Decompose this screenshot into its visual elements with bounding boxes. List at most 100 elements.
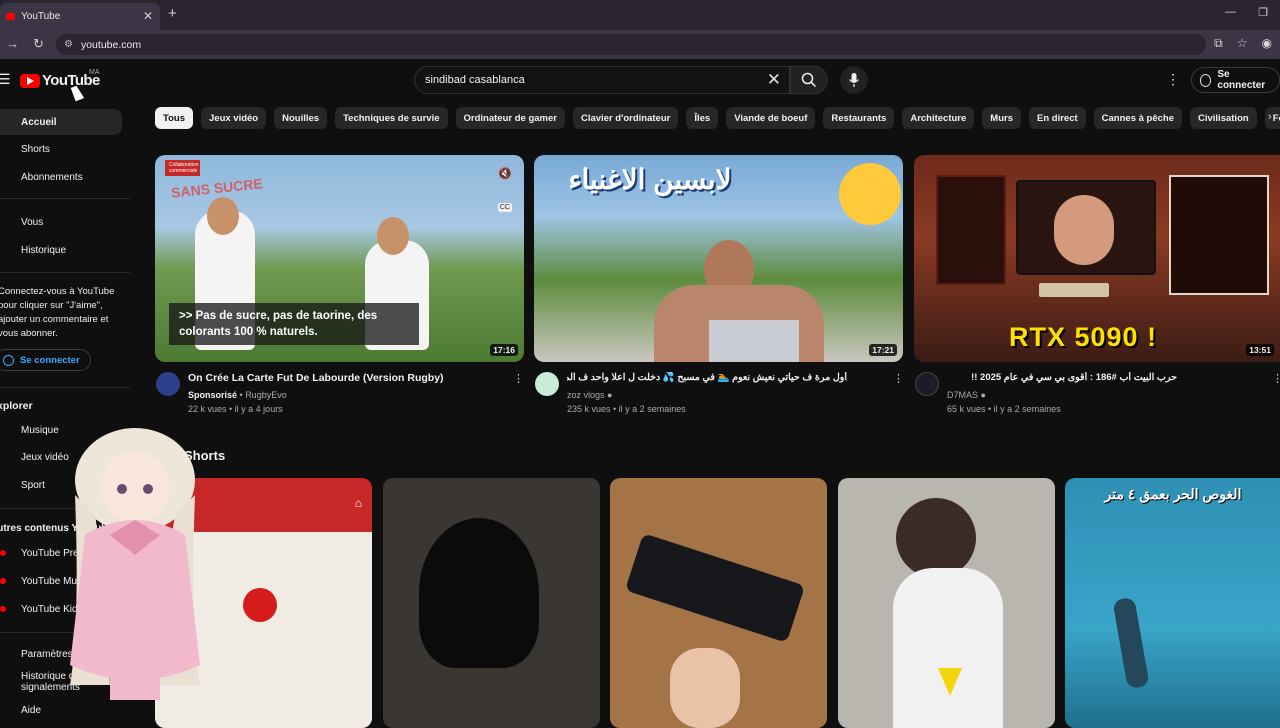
thumbnail-headline: RTX 5090 !	[1009, 322, 1158, 352]
clear-icon[interactable]: ✕	[767, 70, 781, 90]
bookmark-star-icon[interactable]: ☆	[1237, 36, 1248, 51]
new-tab-button[interactable]: +	[168, 5, 177, 22]
search-button[interactable]	[790, 66, 828, 94]
mute-icon[interactable]: 🔇	[498, 167, 512, 180]
search-input[interactable]: sindibad casablanca ✕	[414, 66, 790, 94]
video-thumbnail[interactable]: RTX 5090 ! 13:51	[914, 155, 1280, 362]
more-vert-icon[interactable]: ⋮	[1166, 71, 1180, 88]
signin-label: Se connecter	[1217, 69, 1266, 91]
video-thumbnail[interactable]: لابسين الاغنياء 17:21	[534, 155, 903, 362]
short-thumbnail[interactable]	[838, 478, 1055, 728]
filter-chip[interactable]: Nouilles	[274, 107, 328, 129]
sidebar-item-you[interactable]: Vous	[0, 209, 122, 235]
sidebar-item-history[interactable]: Historique	[0, 237, 122, 263]
channel-avatar[interactable]	[156, 372, 180, 396]
browser-tab[interactable]: YouTube ✕	[0, 3, 160, 30]
filter-chip[interactable]: Fo	[1264, 107, 1280, 129]
menu-icon[interactable]: ☰	[0, 71, 11, 88]
thumbnail-headline: SANS SUCRE	[170, 175, 264, 201]
forward-icon[interactable]: →	[6, 36, 19, 52]
restore-icon[interactable]: ❐	[1258, 6, 1268, 19]
more-vert-icon[interactable]: ⋮	[893, 372, 904, 385]
filter-chip[interactable]: Architecture	[902, 107, 975, 129]
install-app-icon[interactable]: ⧉	[1214, 36, 1223, 51]
filter-chip[interactable]: Jeux vidéo	[201, 107, 267, 129]
short-thumbnail[interactable]: الغوص الحر بعمق ٤ متر	[1065, 478, 1280, 728]
minimize-icon[interactable]: —	[1225, 6, 1236, 19]
video-meta: 235 k vues • il y a 2 semaines	[567, 404, 686, 414]
thumbnail-headline: لابسين الاغنياء	[568, 164, 732, 195]
video-duration: 13:51	[1246, 344, 1274, 356]
sidebar-item-home[interactable]: Accueil	[0, 109, 122, 135]
vtuber-avatar-overlay	[70, 428, 200, 700]
filter-chip[interactable]: Îles	[686, 107, 719, 129]
verified-icon: ●	[980, 390, 986, 400]
video-title[interactable]: حرب البيت أب #186 : أقوى بي سي في عام 20…	[947, 372, 1177, 383]
sidebar-item-label: Abonnements	[21, 171, 83, 183]
diver-figure	[1112, 596, 1150, 690]
channel-name[interactable]: RugbyEvo	[245, 390, 287, 400]
address-bar: → ↻ ⚙ youtube.com ⧉ ☆ ◉	[0, 30, 1280, 59]
verified-icon: ●	[607, 390, 613, 400]
video-thumbnail[interactable]: Collaboration commerciale SANS SUCRE 🔇 C…	[155, 155, 524, 362]
sidebar-divider	[0, 272, 130, 273]
sponsored-label: Sponsorisé	[188, 390, 238, 400]
channel-avatar[interactable]	[535, 372, 559, 396]
video-meta: 65 k vues • il y a 2 semaines	[947, 404, 1061, 414]
more-vert-icon[interactable]: ⋮	[1272, 372, 1280, 385]
channel-name[interactable]: D7MAS	[947, 390, 978, 400]
explore-heading: Explorer	[0, 400, 33, 412]
short-thumbnail[interactable]	[383, 478, 600, 728]
hand	[670, 648, 740, 728]
person-head	[207, 197, 239, 235]
youtube-play-icon	[20, 73, 40, 88]
sidebar-signin-button[interactable]: Se connecter	[0, 349, 91, 371]
thumbnail-caption: >> Pas de sucre, pas de taorine, des col…	[169, 303, 419, 345]
channel-name[interactable]: zoz vlogs	[567, 390, 605, 400]
video-title[interactable]: أول مرة ف حياتي نعيش نعوم 🏊 في مسبح 💦 دخ…	[567, 372, 847, 383]
filter-chip[interactable]: Techniques de survie	[335, 107, 448, 129]
filter-chip[interactable]: Tous	[155, 107, 193, 129]
short-thumbnail[interactable]	[610, 478, 827, 728]
video-duration: 17:21	[869, 344, 897, 356]
channel-avatar[interactable]	[915, 372, 939, 396]
filter-chip[interactable]: Ordinateur de gamer	[455, 107, 565, 129]
filter-chip[interactable]: Clavier d'ordinateur	[572, 107, 679, 129]
filter-chip[interactable]: Murs	[982, 107, 1021, 129]
filter-chips: Tous Jeux vidéo Nouilles Techniques de surv…	[155, 107, 1280, 129]
youtube-favicon-icon	[6, 13, 15, 20]
chevron-right-icon[interactable]: ›	[1268, 111, 1272, 123]
youtube-logo[interactable]: YouTube MA	[20, 69, 100, 89]
person-head	[896, 498, 976, 578]
filter-chip[interactable]: Cannes à pêche	[1093, 107, 1182, 129]
video-channel-line: zoz vlogs ●	[567, 390, 612, 400]
home-icon: ⌂	[354, 496, 362, 510]
shorts-clothing	[709, 320, 799, 362]
pc-case-glass	[1169, 175, 1269, 295]
window-controls: — ❐	[1225, 6, 1268, 19]
url-text: youtube.com	[80, 38, 142, 51]
filter-chip[interactable]: Civilisation	[1190, 107, 1257, 129]
sidebar-item-shorts[interactable]: Shorts	[0, 136, 122, 162]
signin-button[interactable]: Se connecter	[1191, 67, 1280, 93]
sidebar-divider	[0, 198, 130, 199]
close-tab-icon[interactable]: ✕	[143, 9, 153, 23]
black-animal	[419, 518, 539, 668]
voice-search-button[interactable]	[840, 66, 868, 94]
site-info-icon[interactable]: ⚙	[64, 39, 73, 50]
video-channel-line: Sponsorisé • RugbyEvo	[188, 390, 287, 400]
video-channel-line: D7MAS ●	[947, 390, 986, 400]
sidebar-item-subscriptions[interactable]: Abonnements	[0, 164, 122, 190]
filter-chip[interactable]: Restaurants	[823, 107, 895, 129]
more-vert-icon[interactable]: ⋮	[513, 372, 524, 385]
profile-icon[interactable]: ◉	[1262, 36, 1272, 51]
filter-chip[interactable]: Viande de boeuf	[726, 107, 816, 129]
user-circle-icon	[1200, 73, 1212, 87]
url-field[interactable]: ⚙ youtube.com	[56, 34, 1206, 55]
video-title[interactable]: On Crée La Carte Fut De Labourde (Versio…	[188, 372, 444, 384]
person-figure	[893, 568, 1003, 728]
monitor-sculpture	[1054, 195, 1114, 265]
filter-chip[interactable]: En direct	[1029, 107, 1086, 129]
captions-icon[interactable]: CC	[497, 203, 512, 212]
reload-icon[interactable]: ↻	[33, 36, 44, 52]
